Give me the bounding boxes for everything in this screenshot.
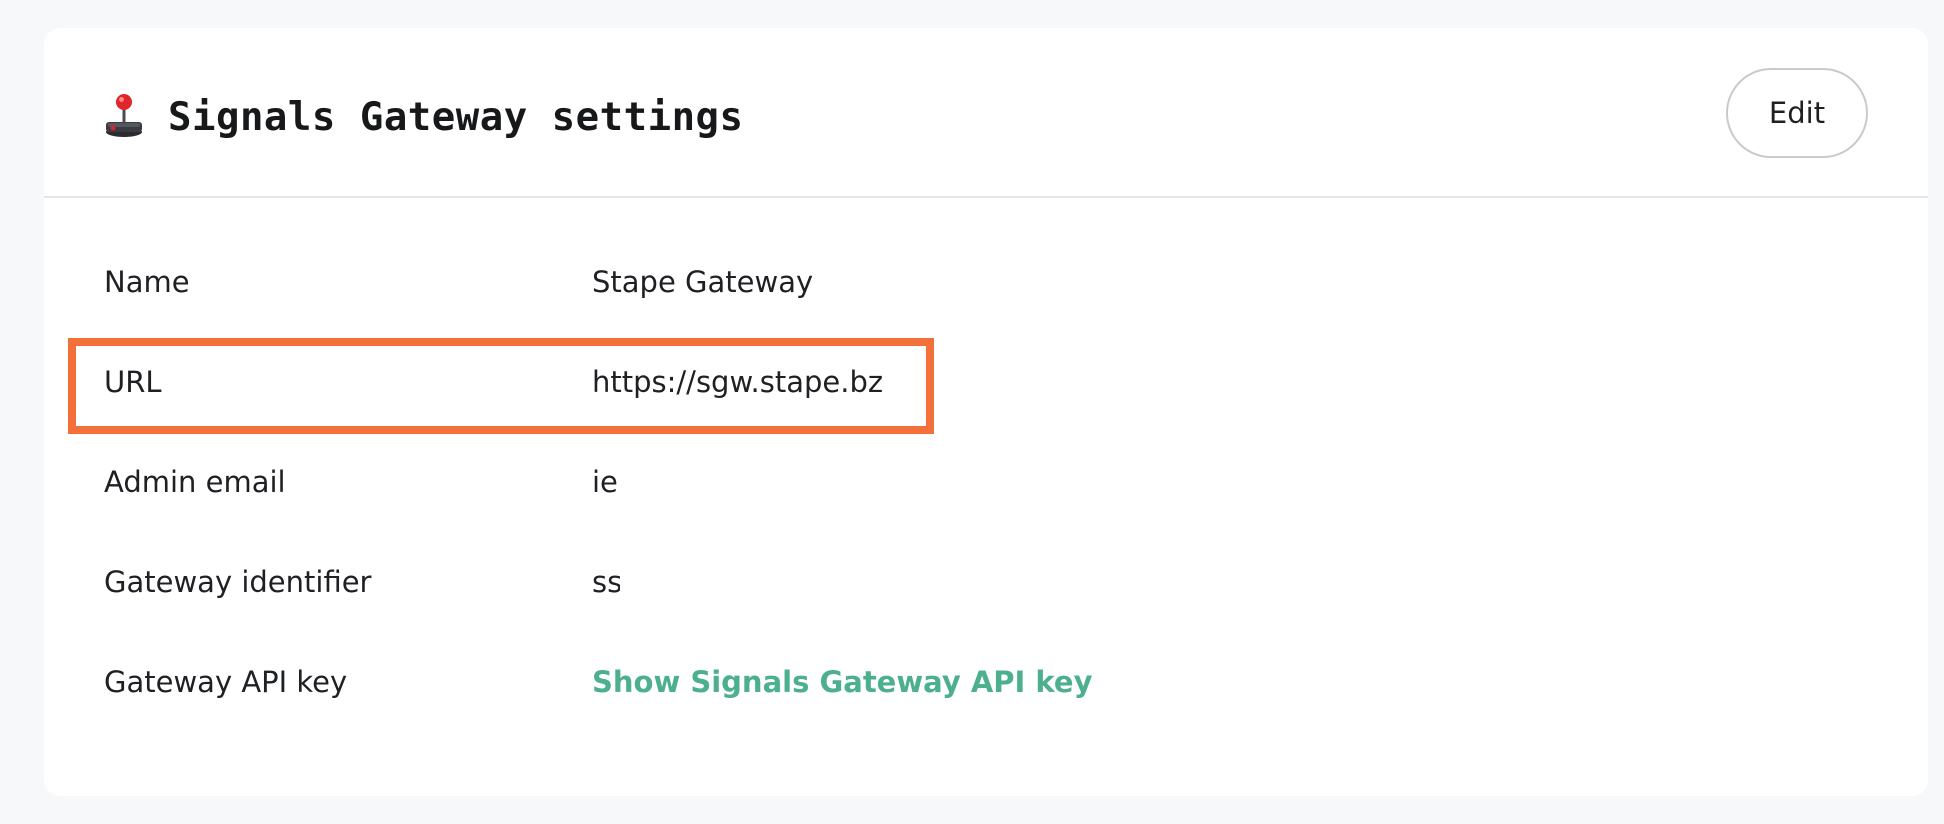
- show-api-key-link[interactable]: Show Signals Gateway API key: [592, 652, 1092, 712]
- card-header: Signals Gateway settings Edit: [44, 28, 1928, 198]
- gateway-identifier-value: ss: [592, 565, 620, 599]
- name-value: Stape Gateway: [592, 265, 814, 299]
- admin-email-value: ie: [592, 465, 618, 499]
- edit-button[interactable]: Edit: [1726, 68, 1868, 158]
- settings-row-name: Name Stape Gateway: [44, 252, 1928, 312]
- settings-row-gateway-identifier: Gateway identifier ss: [44, 552, 1928, 612]
- api-key-label: Gateway API key: [104, 665, 348, 699]
- url-value: https://sgw.stape.bz: [592, 365, 884, 399]
- settings-row-admin-email: Admin email ie: [44, 452, 1928, 512]
- url-label: URL: [104, 365, 162, 399]
- settings-row-api-key: Gateway API key Show Signals Gateway API…: [44, 652, 1928, 712]
- joystick-icon: [106, 94, 142, 137]
- page-title: Signals Gateway settings: [168, 95, 744, 140]
- name-label: Name: [104, 265, 190, 299]
- gateway-identifier-label: Gateway identifier: [104, 565, 372, 599]
- admin-email-label: Admin email: [104, 465, 286, 499]
- settings-card: Signals Gateway settings Edit Name Stape…: [44, 28, 1928, 796]
- settings-row-url: URL https://sgw.stape.bz: [44, 352, 1928, 412]
